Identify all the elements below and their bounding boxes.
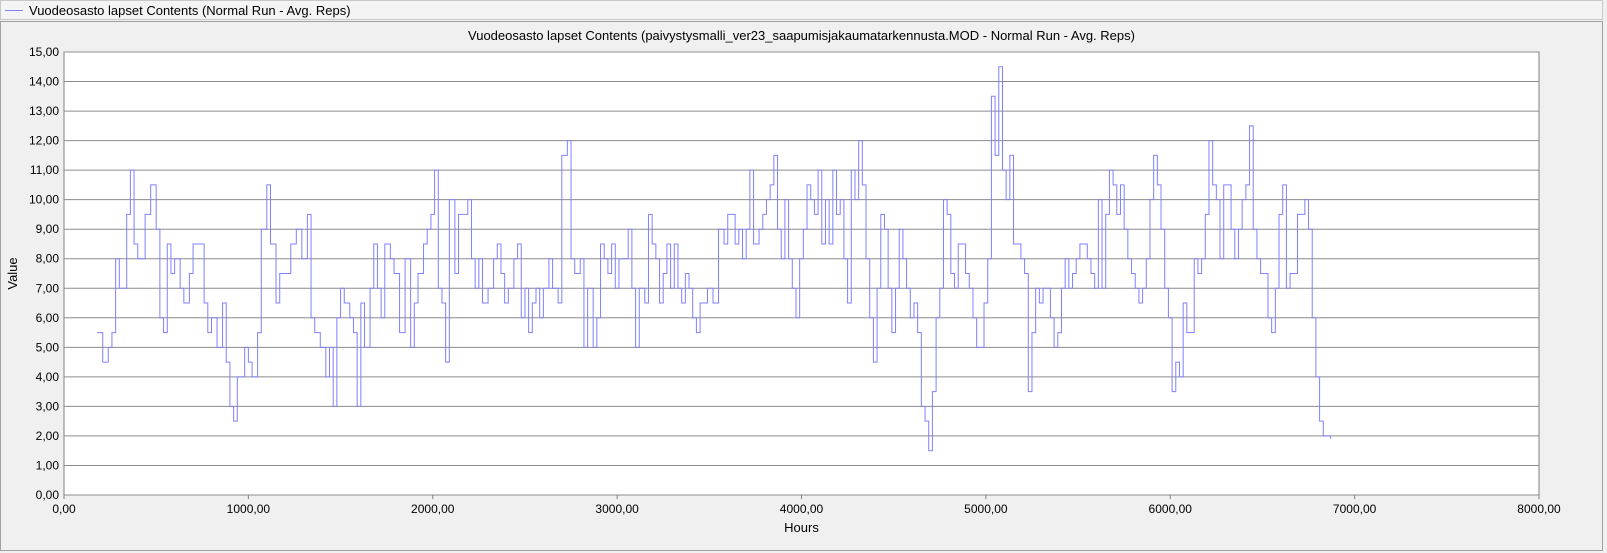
legend-bar: Vuodeosasto lapset Contents (Normal Run … <box>0 0 1603 20</box>
y-tick-label: 12,00 <box>29 134 59 148</box>
y-tick-label: 8,00 <box>36 252 60 266</box>
y-tick-label: 0,00 <box>36 488 60 502</box>
x-tick-label: 0,00 <box>52 502 76 516</box>
x-tick-label: 8000,00 <box>1517 502 1561 516</box>
x-tick-label: 5000,00 <box>964 502 1008 516</box>
y-tick-label: 6,00 <box>36 311 60 325</box>
x-tick-label: 6000,00 <box>1149 502 1193 516</box>
y-tick-label: 5,00 <box>36 340 60 354</box>
x-tick-label: 1000,00 <box>227 502 271 516</box>
y-tick-label: 4,00 <box>36 370 60 384</box>
legend-label: Vuodeosasto lapset Contents (Normal Run … <box>29 2 351 18</box>
y-tick-label: 15,00 <box>29 45 59 59</box>
y-tick-label: 10,00 <box>29 193 59 207</box>
legend-line-swatch <box>5 9 23 11</box>
plot-area: 0,00 1,00 2,00 3,00 4,00 5,00 6,00 7,00 8,00 9,00… <box>29 45 1561 516</box>
y-tick-label: 1,00 <box>36 458 60 472</box>
y-tick-label: 2,00 <box>36 429 60 443</box>
chart-panel: Vuodeosasto lapset Contents (paivystysma… <box>0 21 1603 551</box>
y-tick-label: 13,00 <box>29 104 59 118</box>
y-tick-label: 11,00 <box>30 163 59 177</box>
y-tick-label: 3,00 <box>36 399 60 413</box>
x-axis-label: Hours <box>784 520 819 535</box>
y-tick-label: 9,00 <box>36 222 60 236</box>
x-tick-label: 7000,00 <box>1333 502 1377 516</box>
y-axis-label: Value <box>5 257 20 289</box>
x-tick-label: 4000,00 <box>780 502 824 516</box>
y-tick-label: 7,00 <box>36 281 60 295</box>
x-tick-label: 3000,00 <box>595 502 639 516</box>
y-tick-label: 14,00 <box>29 75 59 89</box>
chart-title: Vuodeosasto lapset Contents (paivystysma… <box>468 28 1135 43</box>
line-chart: Vuodeosasto lapset Contents (paivystysma… <box>5 28 1561 535</box>
x-tick-label: 2000,00 <box>411 502 455 516</box>
